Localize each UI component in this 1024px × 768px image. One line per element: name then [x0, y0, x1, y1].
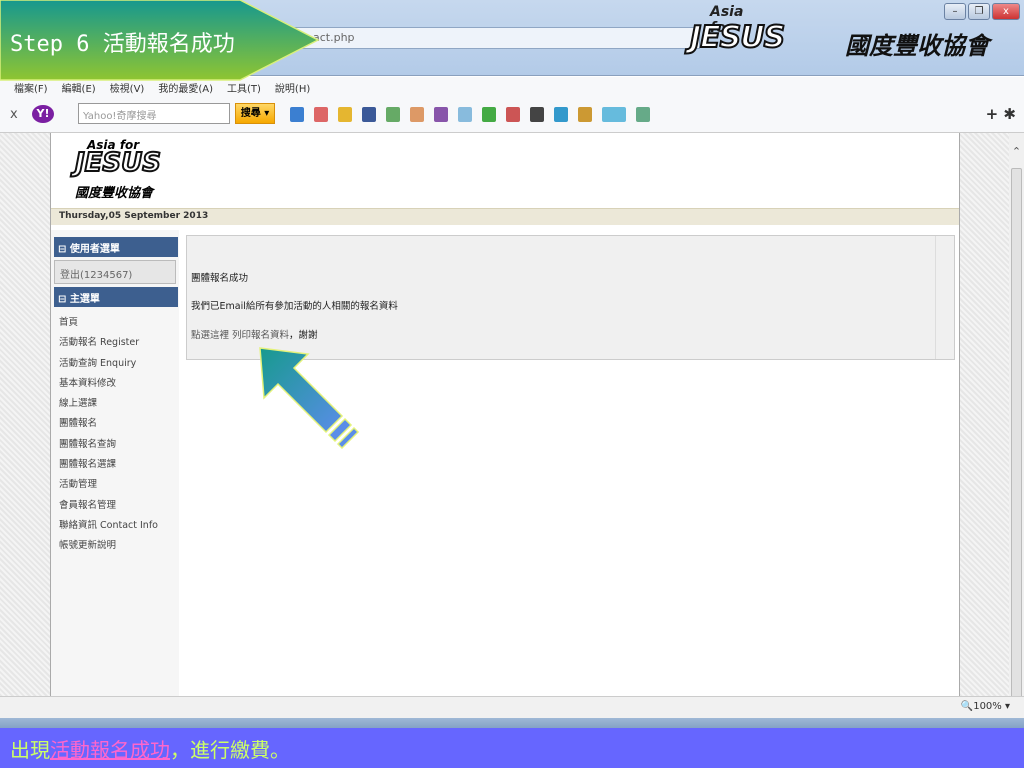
sidebar-item-member-admin[interactable]: 會員報名管理 — [59, 497, 116, 511]
sidebar-item-group-enquiry[interactable]: 團體報名查詢 — [59, 436, 116, 450]
calendar-icon[interactable] — [314, 107, 328, 122]
email-message: 我們已Email給所有參加活動的人相關的報名資料 — [191, 301, 398, 312]
page-margin-left — [0, 133, 50, 696]
stock-icon[interactable] — [482, 107, 496, 122]
mail-icon[interactable] — [290, 107, 304, 122]
balloon-icon[interactable] — [458, 107, 472, 122]
search-button[interactable]: 搜尋 ▾ — [235, 103, 275, 124]
toolbar-close-icon[interactable]: x — [10, 107, 18, 122]
menu-help[interactable]: 說明(H) — [275, 80, 310, 97]
main-menu-header: ⊟ 主選單 — [54, 287, 178, 307]
search-input[interactable]: Yahoo!奇摩搜尋 — [78, 103, 230, 124]
bus-icon[interactable] — [506, 107, 520, 122]
sidebar-item-enquiry[interactable]: 活動查詢 Enquiry — [59, 355, 136, 369]
sidebar-item-course[interactable]: 線上選課 — [59, 395, 97, 409]
step-title: Step 6 活動報名成功 — [10, 32, 235, 57]
menu-tools[interactable]: 工具(T) — [227, 80, 261, 97]
phone-icon[interactable] — [554, 107, 568, 122]
sidebar-item-group-course[interactable]: 團體報名選課 — [59, 456, 116, 470]
user-menu-header: ⊟ 使用者選單 — [54, 237, 178, 257]
logout-button[interactable]: 登出(1234567) — [54, 260, 176, 284]
sidebar-item-profile[interactable]: 基本資料修改 — [59, 375, 116, 389]
contacts-icon[interactable] — [386, 107, 400, 122]
restore-button[interactable]: ❐ — [968, 3, 990, 20]
sidebar-item-account-help[interactable]: 帳號更新說明 — [59, 537, 116, 551]
page-margin-right — [960, 133, 1009, 696]
sidebar-item-group-register[interactable]: 團體報名 — [59, 415, 97, 429]
sidebar-item-contact[interactable]: 聯絡資訊 Contact Info — [59, 517, 158, 531]
caption-bar: 出現活動報名成功，進行繳費。 — [0, 728, 1024, 768]
add-settings-icon[interactable]: + ✱ — [986, 105, 1016, 123]
pointer-arrow-icon — [259, 347, 360, 450]
menu-file[interactable]: 檔案(F) — [14, 80, 48, 97]
zoom-control[interactable]: 🔍100% ▾ — [961, 701, 1010, 712]
minimize-button[interactable]: – — [944, 3, 966, 20]
user-icon[interactable] — [410, 107, 424, 122]
yahoo-toolbar: x Y! Yahoo!奇摩搜尋 搜尋 ▾ + ✱ — [0, 97, 1024, 133]
sidebar-item-register[interactable]: 活動報名 Register — [59, 334, 139, 348]
menu-edit[interactable]: 編輯(E) — [62, 80, 96, 97]
sidebar-item-home[interactable]: 首頁 — [59, 314, 78, 328]
bag-icon[interactable] — [434, 107, 448, 122]
vertical-scrollbar[interactable]: ⌃ — [1009, 133, 1024, 713]
tree-icon[interactable] — [636, 107, 650, 122]
pencil-icon[interactable] — [338, 107, 352, 122]
yahoo-icon[interactable]: Y! — [32, 105, 54, 123]
weather-icon[interactable] — [602, 107, 626, 122]
status-bar: 🔍100% ▾ — [0, 696, 1024, 718]
facebook-icon[interactable] — [362, 107, 376, 122]
scroll-up-icon[interactable]: ⌃ — [1009, 145, 1024, 158]
card-icon[interactable] — [578, 107, 592, 122]
site-logo[interactable]: Asia for JESUS 國度豐收協會 — [73, 138, 183, 201]
movie-icon[interactable] — [530, 107, 544, 122]
scroll-thumb[interactable] — [1011, 168, 1022, 713]
web-page: Asia for JESUS 國度豐收協會 Thursday,05 Septem… — [50, 133, 960, 696]
menu-view[interactable]: 檢視(V) — [110, 80, 145, 97]
close-button[interactable]: x — [992, 3, 1020, 20]
success-title: 團體報名成功 — [191, 273, 249, 284]
date-bar: Thursday,05 September 2013 — [51, 208, 959, 225]
sidebar-item-activity-admin[interactable]: 活動管理 — [59, 476, 97, 490]
menu-favorites[interactable]: 我的最愛(A) — [158, 80, 213, 97]
